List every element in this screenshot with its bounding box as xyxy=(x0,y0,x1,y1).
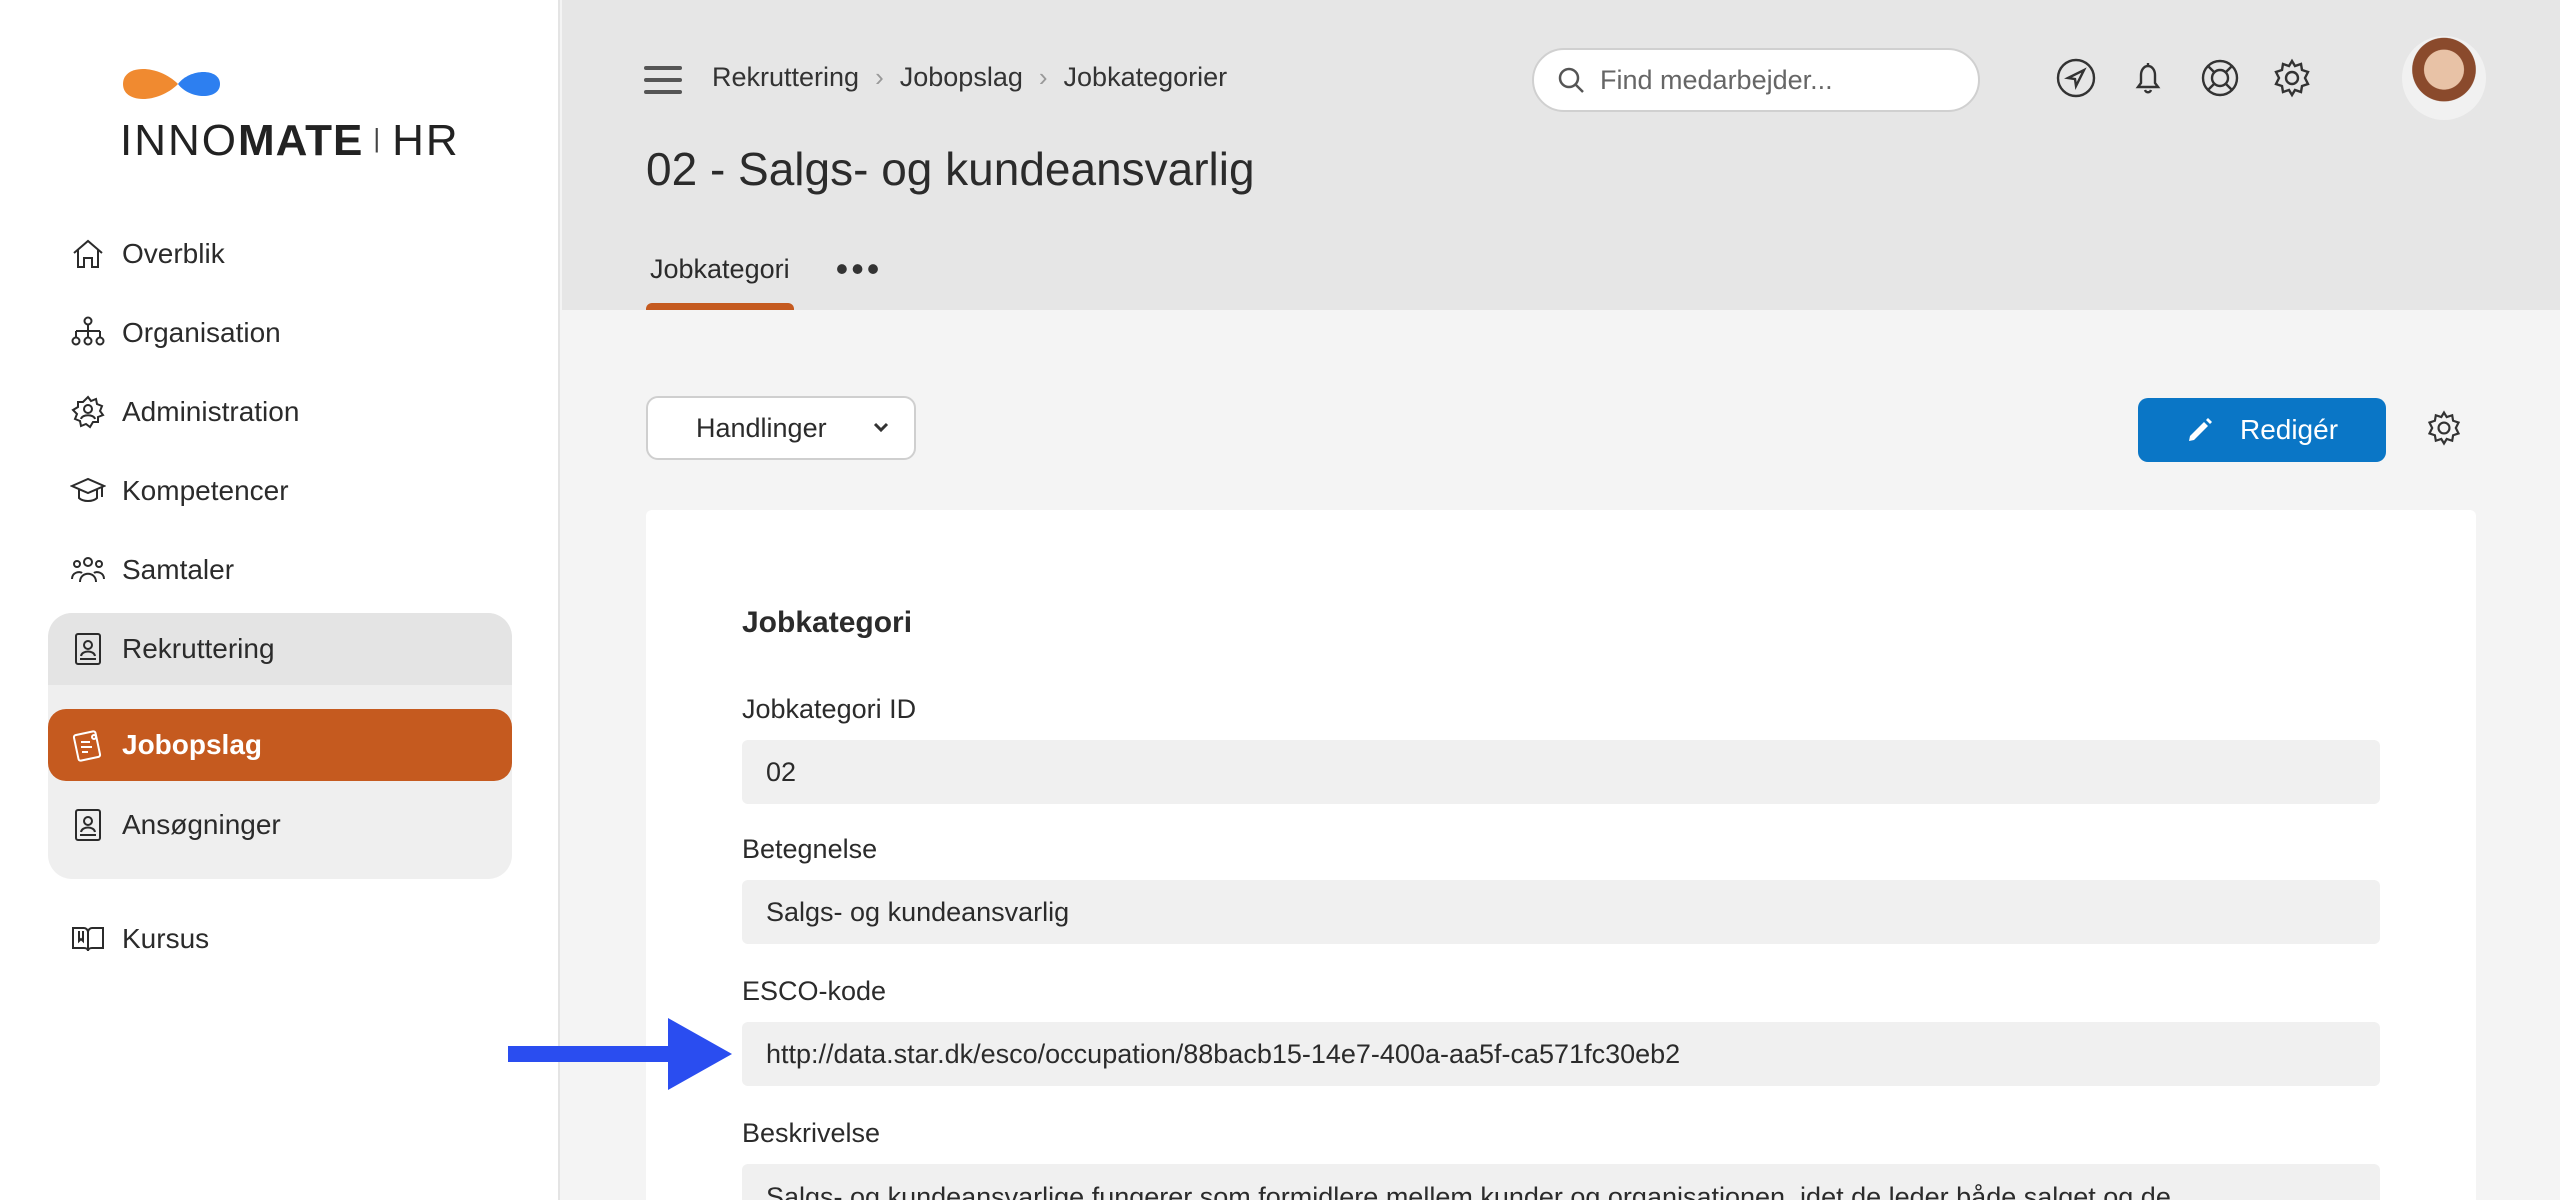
annotation-arrow-icon xyxy=(508,1018,732,1090)
user-avatar[interactable] xyxy=(2402,36,2486,120)
org-chart-icon xyxy=(68,313,108,353)
sidebar-item-overblik[interactable]: Overblik xyxy=(48,218,512,290)
sidebar: INNOMATE | HR Overblik Organisation Admini… xyxy=(0,0,560,1200)
search-input[interactable] xyxy=(1600,64,1960,96)
sidebar-item-label: Administration xyxy=(122,396,300,427)
edit-button[interactable]: Redigér xyxy=(2138,398,2386,462)
menu-toggle-icon[interactable] xyxy=(644,66,682,96)
actions-label: Handlinger xyxy=(696,412,827,443)
sidebar-item-label: Samtaler xyxy=(122,554,235,585)
header-actions xyxy=(2054,56,2342,104)
card-title: Jobkategori xyxy=(742,606,913,639)
page-title: 02 - Salgs- og kundeansvarlig xyxy=(646,143,1255,195)
main-content: Handlinger Redigér Jobkategori Jobkatego… xyxy=(562,310,2560,1200)
edit-label: Redigér xyxy=(2239,414,2339,445)
field-label-betegnelse: Betegnelse xyxy=(742,834,878,864)
page-header: Rekruttering › Jobopslag › Jobkategorier… xyxy=(562,0,2560,313)
chevron-right-icon: › xyxy=(875,62,884,92)
field-label-esco: ESCO-kode xyxy=(742,976,887,1006)
chevron-right-icon: › xyxy=(1038,62,1048,92)
brand-name-mid: MATE xyxy=(238,116,364,165)
brand-wordmark: INNOMATE | HR xyxy=(120,116,460,166)
lifebuoy-icon[interactable] xyxy=(2198,56,2246,104)
pencil-icon xyxy=(2188,418,2212,441)
sidebar-nav: Overblik Organisation Administration Kom… xyxy=(48,218,512,982)
sidebar-item-rekruttering[interactable]: Rekruttering xyxy=(48,613,512,685)
sidebar-item-label: Organisation xyxy=(122,317,281,348)
page-settings-gear-icon[interactable] xyxy=(2424,408,2468,452)
sidebar-item-jobopslag[interactable]: Jobopslag xyxy=(48,709,512,781)
field-value-beskrivelse: Salgs- og kundeansvarlige fungerer som f… xyxy=(742,1164,2380,1200)
sidebar-item-organisation[interactable]: Organisation xyxy=(48,297,512,369)
chevron-down-icon xyxy=(873,422,889,433)
sidebar-item-samtaler[interactable]: Samtaler xyxy=(48,534,512,606)
application-icon xyxy=(68,805,108,845)
search-icon xyxy=(1558,67,1584,93)
tab-bar: Jobkategori ••• xyxy=(646,248,883,313)
sidebar-item-label: Rekruttering xyxy=(122,633,275,664)
sidebar-item-label: Ansøgninger xyxy=(122,809,281,840)
brand-name-left: INNO xyxy=(120,116,238,165)
breadcrumb-rekruttering[interactable]: Rekruttering xyxy=(712,62,859,93)
actions-dropdown[interactable]: Handlinger xyxy=(646,396,916,460)
bell-icon[interactable] xyxy=(2126,56,2174,104)
sidebar-item-ansogninger[interactable]: Ansøgninger xyxy=(48,789,512,861)
navigation-arrow-icon[interactable] xyxy=(2054,56,2102,104)
sidebar-item-label: Jobopslag xyxy=(122,729,263,760)
breadcrumb-jobkategorier[interactable]: Jobkategorier xyxy=(1064,62,1228,93)
book-icon xyxy=(68,919,108,959)
breadcrumb-jobopslag[interactable]: Jobopslag xyxy=(900,62,1023,93)
field-value-betegnelse: Salgs- og kundeansvarlig xyxy=(742,880,2380,944)
job-post-icon xyxy=(68,725,108,765)
field-label-beskrivelse: Beskrivelse xyxy=(742,1118,881,1148)
sidebar-item-label: Kompetencer xyxy=(122,475,289,506)
sidebar-item-label: Kursus xyxy=(122,923,210,954)
sidebar-item-administration[interactable]: Administration xyxy=(48,376,512,448)
breadcrumb: Rekruttering › Jobopslag › Jobkategorier xyxy=(712,62,1227,93)
job-category-card: Jobkategori Jobkategori ID 02 Betegnelse… xyxy=(646,510,2476,1200)
brand-separator: | xyxy=(373,123,383,153)
brand-name-right: HR xyxy=(392,116,460,165)
tab-jobkategori[interactable]: Jobkategori xyxy=(646,250,794,313)
sidebar-group-rekruttering: Rekruttering Jobopslag Ansøgninger xyxy=(48,613,512,879)
home-icon xyxy=(68,234,108,274)
sidebar-item-kursus[interactable]: Kursus xyxy=(48,903,512,975)
field-value-id: 02 xyxy=(742,740,2380,804)
sidebar-item-kompetencer[interactable]: Kompetencer xyxy=(48,455,512,527)
gear-icon[interactable] xyxy=(2270,56,2318,104)
employee-search[interactable] xyxy=(1532,48,1980,112)
graduation-cap-icon xyxy=(68,471,108,511)
people-group-icon xyxy=(68,550,108,590)
admin-gear-icon xyxy=(68,392,108,432)
sidebar-item-label: Overblik xyxy=(122,238,225,269)
field-value-esco[interactable]: http://data.star.dk/esco/occupation/88ba… xyxy=(742,1022,2380,1086)
more-tabs-icon[interactable]: ••• xyxy=(836,248,883,290)
field-label-id: Jobkategori ID xyxy=(742,694,917,724)
id-badge-icon xyxy=(68,629,108,669)
